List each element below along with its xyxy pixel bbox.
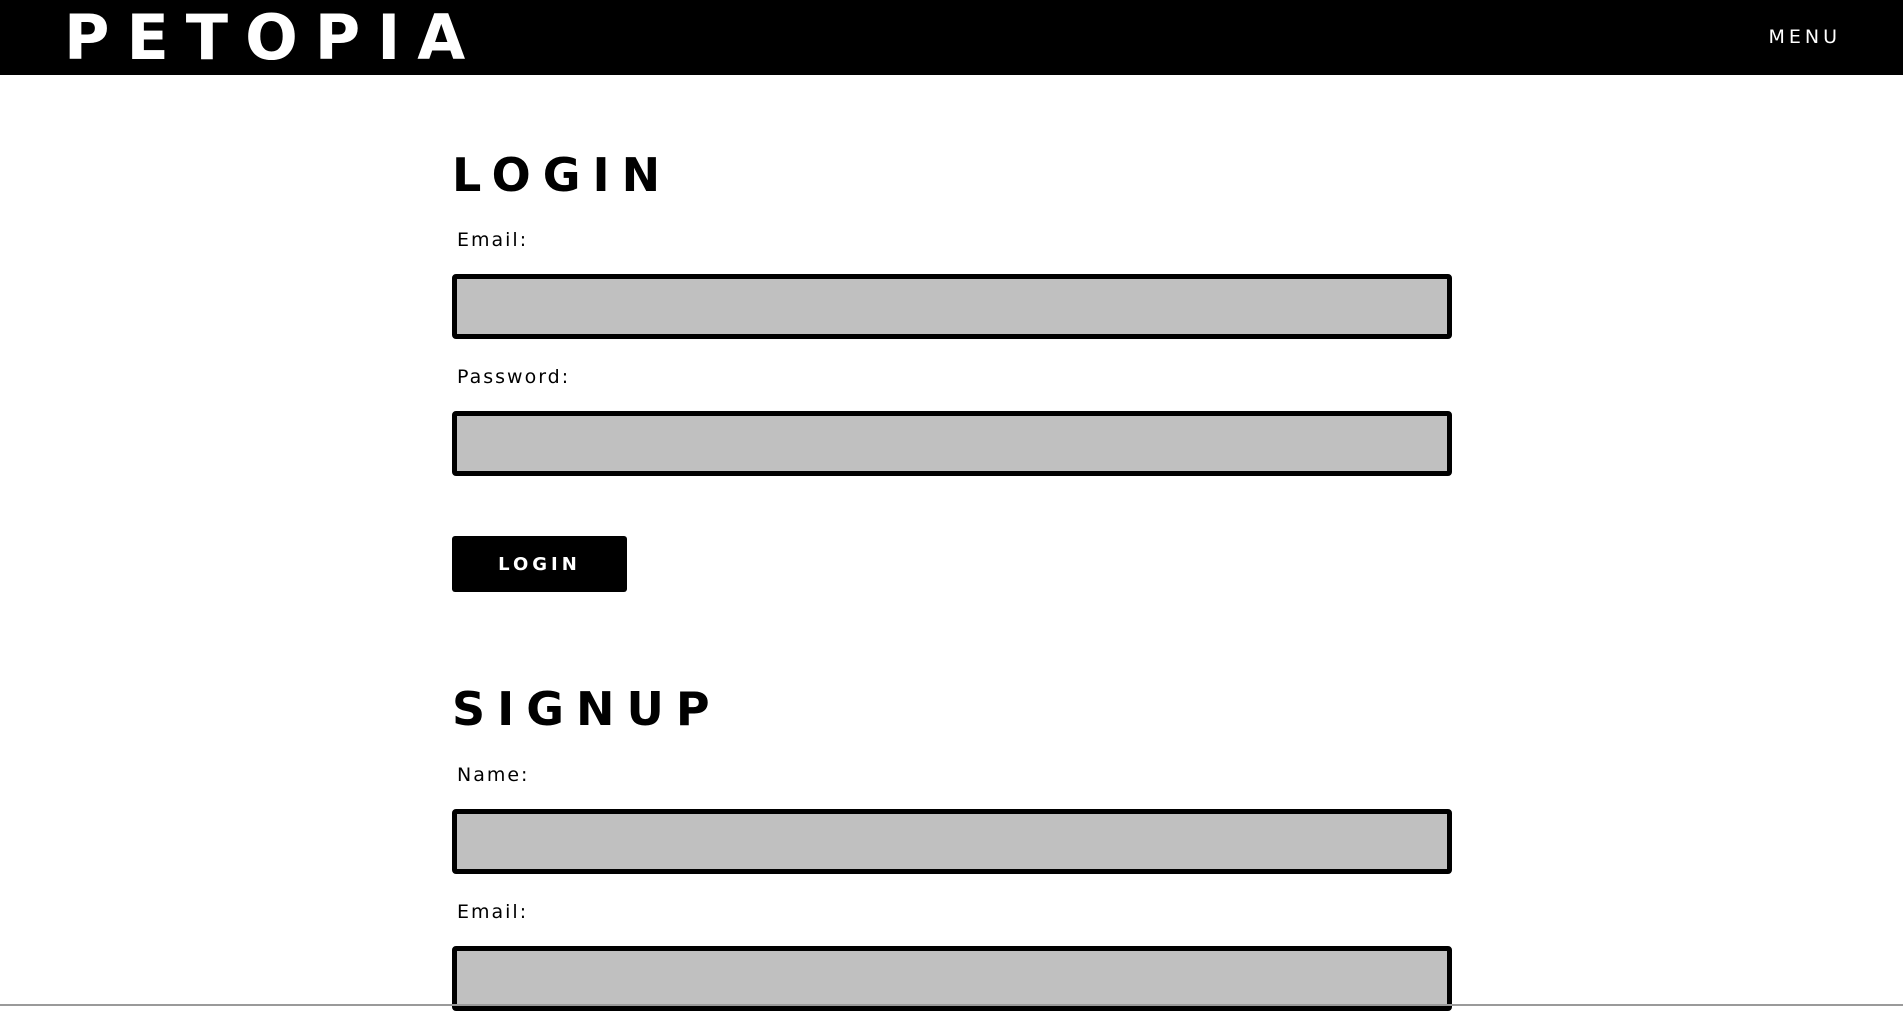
site-logo[interactable]: PETOPIA <box>64 0 482 75</box>
login-password-input[interactable] <box>452 411 1452 476</box>
menu-button[interactable]: MENU <box>1768 0 1841 75</box>
signup-email-input[interactable] <box>452 946 1452 1011</box>
signup-email-label: Email: <box>457 901 529 923</box>
login-password-label: Password: <box>457 366 571 388</box>
signup-name-label: Name: <box>457 764 530 786</box>
top-navbar: PETOPIA MENU <box>0 0 1903 75</box>
login-button[interactable]: LOGIN <box>452 536 627 592</box>
login-title: LOGIN <box>452 148 673 202</box>
signup-title: SIGNUP <box>452 682 722 736</box>
login-email-input[interactable] <box>452 274 1452 339</box>
login-email-label: Email: <box>457 229 529 251</box>
signup-name-input[interactable] <box>452 809 1452 874</box>
